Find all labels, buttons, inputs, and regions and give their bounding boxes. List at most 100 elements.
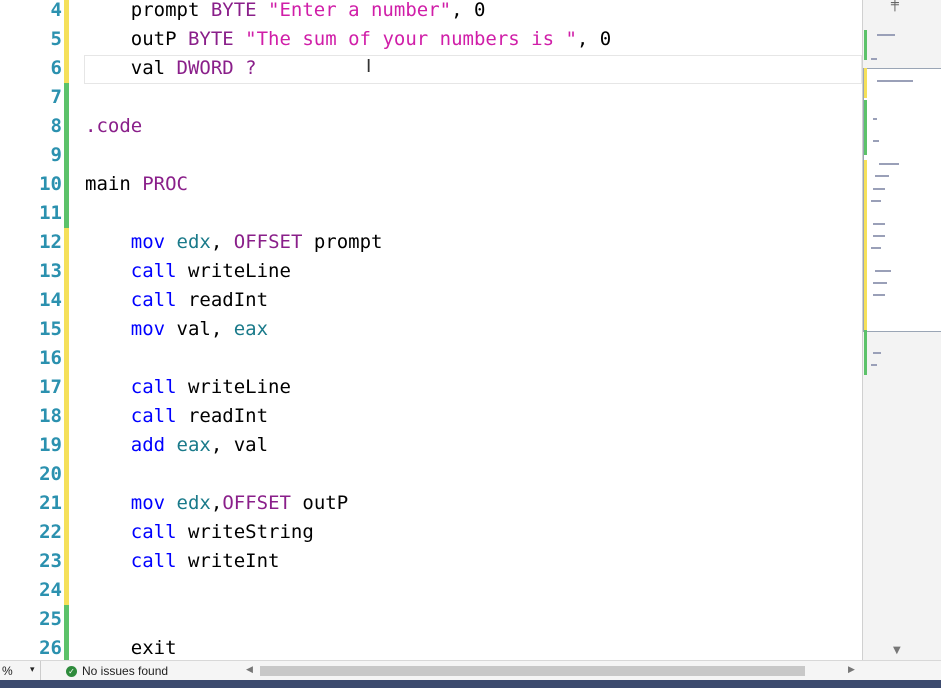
- code-token: BYTE: [210, 0, 269, 21]
- code-line[interactable]: 11: [0, 199, 862, 228]
- code-token: main: [85, 173, 143, 195]
- code-token: writeLine: [187, 376, 291, 398]
- code-token: edx: [176, 492, 211, 514]
- line-number: 11: [39, 202, 62, 224]
- change-marker: [64, 518, 69, 547]
- code-line[interactable]: 5 outP BYTE "The sum of your numbers is …: [0, 25, 862, 54]
- overview-code-preview: [873, 188, 885, 190]
- code-token: ,: [210, 492, 223, 514]
- change-marker: [64, 460, 69, 489]
- code-token: prompt: [313, 231, 383, 253]
- chevron-down-icon: ▾: [30, 664, 35, 674]
- code-token: val: [130, 57, 177, 79]
- code-line[interactable]: 23 call writeInt: [0, 547, 862, 576]
- code-line[interactable]: 17 call writeLine: [0, 373, 862, 402]
- overview-change-marker: [864, 160, 867, 330]
- line-number: 5: [50, 28, 62, 50]
- code-token: readInt: [187, 405, 269, 427]
- code-line[interactable]: 12 mov edx, OFFSET prompt: [0, 228, 862, 257]
- code-editor[interactable]: 4 prompt BYTE "Enter a number", 05 outP …: [0, 0, 862, 660]
- zoom-dropdown[interactable]: % ▾: [0, 661, 41, 681]
- overview-code-preview: [873, 223, 885, 225]
- issues-indicator[interactable]: ✓ No issues found: [66, 664, 168, 678]
- code-line[interactable]: 26 exit: [0, 634, 862, 660]
- line-number: 23: [39, 550, 62, 572]
- change-marker: [64, 605, 69, 634]
- change-marker: [64, 402, 69, 431]
- zoom-value: %: [2, 664, 13, 678]
- overview-code-preview: [875, 270, 891, 272]
- code-text: .code: [85, 112, 142, 141]
- horizontal-scrollbar-thumb[interactable]: [260, 666, 805, 676]
- code-token: call: [130, 550, 188, 572]
- code-line[interactable]: 10 main PROC: [0, 170, 862, 199]
- line-number: 25: [39, 608, 62, 630]
- change-marker: [64, 54, 69, 83]
- line-number: 14: [39, 289, 62, 311]
- overview-code-preview: [873, 235, 885, 237]
- line-number: 18: [39, 405, 62, 427]
- line-number: 15: [39, 318, 62, 340]
- change-marker: [64, 286, 69, 315]
- code-token: "The sum of your numbers is ": [245, 28, 577, 50]
- overview-scrollbar[interactable]: ╪ ▼: [862, 0, 941, 660]
- code-text: mov edx,OFFSET outP: [85, 489, 348, 518]
- scroll-down-icon[interactable]: ▼: [893, 645, 901, 656]
- code-token: call: [130, 289, 188, 311]
- code-token: OFFSET: [233, 231, 314, 253]
- code-line[interactable]: 15 mov val, eax: [0, 315, 862, 344]
- code-line[interactable]: 4 prompt BYTE "Enter a number", 0: [0, 0, 862, 25]
- code-line[interactable]: 21 mov edx,OFFSET outP: [0, 489, 862, 518]
- overview-code-preview: [875, 175, 889, 177]
- code-line[interactable]: 25: [0, 605, 862, 634]
- line-number: 4: [50, 0, 62, 21]
- code-token: call: [130, 376, 188, 398]
- code-token: eax: [176, 434, 211, 456]
- change-marker: [64, 25, 69, 54]
- check-circle-icon: ✓: [66, 666, 77, 678]
- overview-code-preview: [873, 294, 885, 296]
- code-line[interactable]: 6 val DWORD ?: [0, 54, 862, 84]
- scroll-right-icon[interactable]: ▶: [848, 664, 855, 675]
- code-line[interactable]: 16: [0, 344, 862, 373]
- code-line[interactable]: 8 .code: [0, 112, 862, 141]
- line-number: 19: [39, 434, 62, 456]
- code-line[interactable]: 7: [0, 83, 862, 112]
- code-line[interactable]: 13 call writeLine: [0, 257, 862, 286]
- scroll-left-icon[interactable]: ◀: [246, 664, 253, 675]
- text-cursor-icon: I: [366, 56, 372, 77]
- code-token: call: [130, 521, 188, 543]
- code-token: call: [130, 405, 188, 427]
- code-token: , 0: [451, 0, 486, 21]
- change-marker: [64, 0, 69, 25]
- split-window-icon[interactable]: ╪: [891, 0, 899, 12]
- code-line[interactable]: 20: [0, 460, 862, 489]
- code-text: main PROC: [85, 170, 188, 199]
- line-number: 21: [39, 492, 62, 514]
- code-line[interactable]: 24: [0, 576, 862, 605]
- code-line[interactable]: 14 call readInt: [0, 286, 862, 315]
- code-text: val DWORD ?: [85, 54, 257, 83]
- code-line[interactable]: 18 call readInt: [0, 402, 862, 431]
- line-number: 20: [39, 463, 62, 485]
- change-marker: [64, 83, 69, 112]
- code-text: call writeLine: [85, 257, 291, 286]
- overview-code-preview: [871, 58, 877, 60]
- code-text: exit: [85, 634, 177, 660]
- code-token: ,: [210, 231, 234, 253]
- window-bottom-border: [0, 680, 941, 688]
- overview-code-preview: [871, 200, 881, 202]
- code-token: writeString: [187, 521, 314, 543]
- change-marker: [64, 547, 69, 576]
- code-token: mov: [130, 492, 177, 514]
- code-token: writeLine: [187, 260, 291, 282]
- overview-code-preview: [877, 34, 895, 36]
- code-line[interactable]: 9: [0, 141, 862, 170]
- code-line[interactable]: 19 add eax, val: [0, 431, 862, 460]
- code-line[interactable]: 22 call writeString: [0, 518, 862, 547]
